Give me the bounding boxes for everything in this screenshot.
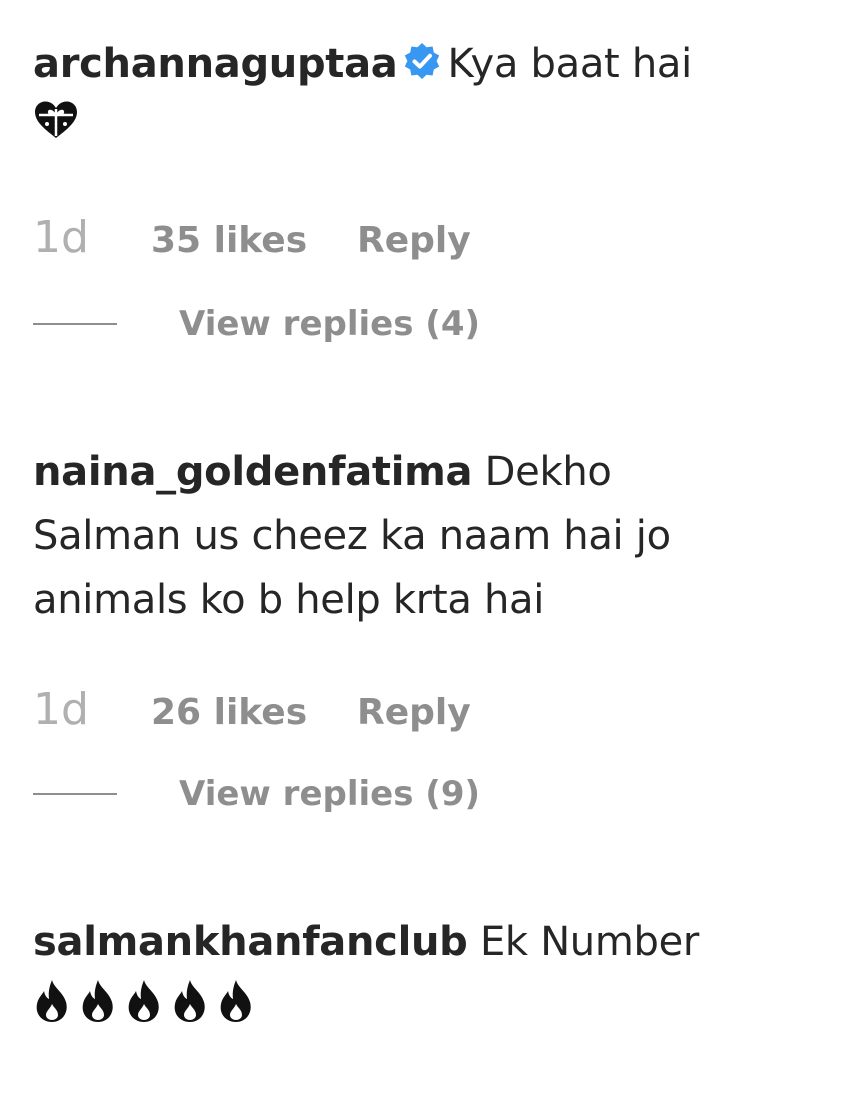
reply-button[interactable]: Reply xyxy=(357,220,471,261)
verified-badge-icon xyxy=(402,36,442,100)
comment-item: naina_goldenfatima Dekho Salman us cheez… xyxy=(33,440,823,632)
comment-body: Kya baat hai xyxy=(447,41,693,87)
comment-username[interactable]: naina_goldenfatima xyxy=(33,449,473,495)
comment-likes-link[interactable]: 26 likes xyxy=(151,692,357,733)
fire-icon xyxy=(217,978,255,1028)
comment-body-line-2: Salman us cheez ka naam hai jo xyxy=(33,513,671,559)
comment-body: Dekho xyxy=(484,449,612,495)
reply-button[interactable]: Reply xyxy=(357,692,471,733)
heart-gift-icon xyxy=(33,101,79,144)
comment-username[interactable]: salmankhanfanclub xyxy=(33,919,468,965)
comment-likes-link[interactable]: 35 likes xyxy=(151,220,357,261)
comment-text-block: salmankhanfanclub Ek Number xyxy=(33,910,823,974)
comment-text-block: naina_goldenfatima Dekho Salman us cheez… xyxy=(33,440,823,632)
view-replies-divider xyxy=(33,793,117,795)
comment-item: salmankhanfanclub Ek Number xyxy=(33,910,823,1028)
view-replies-label: View replies (4) xyxy=(179,304,481,344)
comment-time: 1d xyxy=(33,684,89,735)
comment-time: 1d xyxy=(33,212,89,263)
fire-icon xyxy=(79,978,117,1028)
comment-item: archannaguptaa Kya baat hai xyxy=(33,32,823,144)
view-replies-divider xyxy=(33,323,117,325)
comment-body: Ek Number xyxy=(479,919,700,965)
comment-username[interactable]: archannaguptaa xyxy=(33,41,398,87)
view-replies-button[interactable]: View replies (4) xyxy=(33,304,480,344)
view-replies-label: View replies (9) xyxy=(179,774,481,814)
comment-emoji-line xyxy=(33,978,255,1028)
fire-icon xyxy=(171,978,209,1028)
view-replies-button[interactable]: View replies (9) xyxy=(33,774,480,814)
comment-emoji-line xyxy=(33,100,823,144)
comment-body-line-3: animals ko b help krta hai xyxy=(33,577,545,623)
comment-meta: 1d 26 likes Reply xyxy=(33,684,471,735)
comment-text-block: archannaguptaa Kya baat hai xyxy=(33,32,823,100)
fire-icon xyxy=(125,978,163,1028)
fire-icon xyxy=(33,978,71,1028)
comment-meta: 1d 35 likes Reply xyxy=(33,212,471,263)
